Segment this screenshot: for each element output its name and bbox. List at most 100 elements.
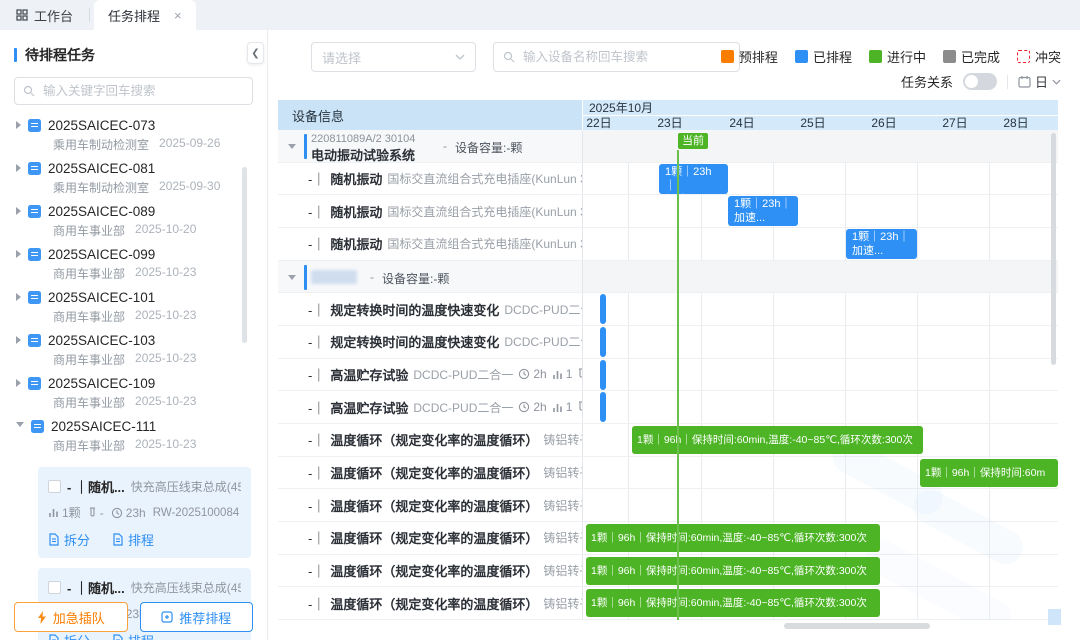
device-search-box[interactable] (493, 42, 740, 72)
device-group-label[interactable]: 220811089A/2 30104电动振动试验系统-设备容量:-颗 (278, 130, 583, 162)
task-row[interactable]: -｜随机振动国标交直流组合式充电插座(KunLun 30) 1颗｜23h｜加速..… (278, 163, 1058, 196)
task-row[interactable]: -｜温度循环（规定变化率的温度循环）铸铝转子异 1颗｜96h｜保持时间:60min… (278, 424, 1058, 457)
task-label-cell[interactable]: -｜温度循环（规定变化率的温度循环）铸铝转子异 (278, 522, 583, 554)
sidebar-scrollbar[interactable] (242, 167, 247, 343)
tree-item[interactable]: 2025SAICEC-089商用车事业部2025-10-20 (0, 199, 267, 242)
caret-right-icon[interactable] (16, 336, 21, 344)
task-label-cell[interactable]: -｜高温贮存试验DCDC-PUD二合一2h1- (278, 391, 583, 423)
grid-line (989, 228, 990, 260)
row-chart-cell (583, 261, 1058, 293)
legend-label: 已完成 (961, 47, 1000, 66)
checkbox[interactable] (48, 581, 61, 594)
gantt-horizontal-scrollbar[interactable] (784, 623, 930, 629)
task-bar[interactable]: 1颗｜23h｜加速... (728, 196, 798, 226)
schedule-link[interactable]: 排程 (112, 530, 154, 549)
task-card[interactable]: - ｜随机...快充高压线束总成(45...1颗-23hRW-202510008… (38, 467, 251, 558)
caret-right-icon[interactable] (16, 293, 21, 301)
task-row[interactable]: -｜温度循环（规定变化率的温度循环）铸铝转子异1颗｜96h｜保持时间:60min… (278, 587, 1058, 620)
tree-item[interactable]: 2025SAICEC-099商用车事业部2025-10-23 (0, 242, 267, 285)
task-label: -｜温度循环（规定变化率的温度循环）铸铝转子异 (308, 489, 582, 521)
close-icon[interactable]: × (174, 8, 182, 23)
task-name: 高温贮存试验 (330, 398, 408, 417)
grid-line (989, 587, 990, 619)
caret-down-icon[interactable] (16, 422, 24, 431)
row-chart-cell: 1颗｜96h｜保持时间:60min,温度:-40~85℃,循环次数:300次 (583, 587, 1058, 619)
task-bar[interactable]: 1颗｜96h｜保持时间:60min,温度:-40~85℃,循环次数:300次 (586, 524, 880, 552)
task-bar-short[interactable] (600, 327, 606, 357)
caret-down-icon[interactable] (288, 144, 296, 153)
task-bar[interactable]: 1颗｜96h｜保持时间:60min,温度:-40~85℃,循环次数:300次 (586, 557, 880, 585)
grid-line (845, 195, 846, 227)
caret-right-icon[interactable] (16, 207, 21, 215)
dash-separator: - (443, 139, 447, 153)
task-bar[interactable]: 1颗｜23h｜加速... (659, 164, 728, 194)
task-label-cell[interactable]: -｜温度循环（规定变化率的温度循环）铸铝转子异 (278, 587, 583, 619)
caret-right-icon[interactable] (16, 379, 21, 387)
tree-item[interactable]: 2025SAICEC-103商用车事业部2025-10-23 (0, 328, 267, 371)
card-meta-value: - (100, 506, 104, 520)
task-label-cell[interactable]: -｜随机振动国标交直流组合式充电插座(KunLun 30) (278, 228, 583, 260)
tree-item[interactable]: 2025SAICEC-109商用车事业部2025-10-23 (0, 371, 267, 414)
task-row[interactable]: -｜随机振动国标交直流组合式充电插座(KunLun 30) 1颗｜23h｜加速..… (278, 228, 1058, 261)
task-row[interactable]: -｜高温贮存试验DCDC-PUD二合一2h1- (278, 359, 1058, 392)
caret-right-icon[interactable] (16, 250, 21, 258)
tree-item-dept: 商用车事业部 (53, 308, 125, 324)
split-link[interactable]: 拆分 (48, 530, 90, 549)
task-label-cell[interactable]: -｜随机振动国标交直流组合式充电插座(KunLun 30) (278, 195, 583, 227)
tree-item[interactable]: 2025SAICEC-081乘用车制动检测室2025-09-30 (0, 156, 267, 199)
legend-label: 预排程 (739, 47, 778, 66)
task-label-cell[interactable]: -｜温度循环（规定变化率的温度循环）铸铝转子异 (278, 555, 583, 587)
task-row[interactable]: -｜温度循环（规定变化率的温度循环）铸铝转子异 1颗｜96h｜保持时间:60m (278, 457, 1058, 490)
caret-down-icon[interactable] (288, 275, 296, 284)
task-label-cell[interactable]: -｜随机振动国标交直流组合式充电插座(KunLun 30) (278, 163, 583, 195)
task-bar[interactable]: 1颗｜96h｜保持时间:60min,温度:-40~85℃,循环次数:300次 (632, 426, 923, 454)
task-name: 温度循环（规定变化率的温度循环） (330, 594, 538, 613)
task-row[interactable]: -｜规定转换时间的温度快速变化DCDC-PUD二合一 (278, 293, 1058, 326)
urgent-queue-button[interactable]: 加急插队 (14, 602, 128, 632)
device-search-input[interactable] (521, 49, 730, 65)
task-label: -｜温度循环（规定变化率的温度循环）铸铝转子异 (308, 457, 582, 489)
task-bar[interactable]: 1颗｜96h｜保持时间:60m (920, 459, 1058, 487)
device-group-row[interactable]: -设备容量:-颗 (278, 261, 1058, 294)
task-bar-short[interactable] (600, 392, 606, 422)
task-bar[interactable]: 1颗｜96h｜保持时间:60min,温度:-40~85℃,循环次数:300次 (586, 589, 880, 617)
task-label-cell[interactable]: -｜规定转换时间的温度快速变化DCDC-PUD二合一 (278, 293, 583, 325)
gantt-vertical-scrollbar[interactable] (1051, 133, 1056, 365)
task-label-cell[interactable]: -｜高温贮存试验DCDC-PUD二合一2h1- (278, 359, 583, 391)
recommend-schedule-button[interactable]: 推荐排程 (140, 602, 254, 632)
keyword-search-box[interactable] (14, 77, 253, 105)
tree-item[interactable]: 2025SAICEC-101商用车事业部2025-10-23 (0, 285, 267, 328)
view-granularity-select[interactable]: 日 (1018, 72, 1061, 91)
caret-right-icon[interactable] (16, 121, 21, 129)
caret-right-icon[interactable] (16, 164, 21, 172)
split-link[interactable]: 拆分 (48, 631, 90, 640)
tree-item[interactable]: 2025SAICEC-073乘用车制动检测室2025-09-26 (0, 113, 267, 156)
task-row[interactable]: -｜温度循环（规定变化率的温度循环）铸铝转子异1颗｜96h｜保持时间:60min… (278, 555, 1058, 588)
tree-item[interactable]: 2025SAICEC-111商用车事业部2025-10-23 (0, 414, 267, 457)
tab-task-scheduling[interactable]: 任务排程 × (94, 0, 196, 30)
keyword-search-input[interactable] (41, 83, 244, 99)
task-bar-short[interactable] (600, 294, 606, 324)
device-filter-select[interactable]: 请选择 (311, 42, 476, 72)
task-row[interactable]: -｜规定转换时间的温度快速变化DCDC-PUD二合一 (278, 326, 1058, 359)
task-row[interactable]: -｜高温贮存试验DCDC-PUD二合一2h1- (278, 391, 1058, 424)
device-group-label[interactable]: -设备容量:-颗 (278, 261, 583, 293)
device-group-row[interactable]: 220811089A/2 30104电动振动试验系统-设备容量:-颗 (278, 130, 1058, 163)
task-label-cell[interactable]: -｜温度循环（规定变化率的温度循环）铸铝转子异 (278, 489, 583, 521)
task-relation-toggle[interactable] (963, 73, 997, 90)
task-label-cell[interactable]: -｜温度循环（规定变化率的温度循环）铸铝转子异 (278, 424, 583, 456)
schedule-link[interactable]: 排程 (112, 631, 154, 640)
tab-workbench[interactable]: 工作台 (0, 0, 89, 30)
task-bar-short[interactable] (600, 360, 606, 390)
tree-item-dept: 商用车事业部 (53, 265, 125, 281)
task-bar[interactable]: 1颗｜23h｜加速... (846, 229, 917, 259)
collapse-panel-button[interactable]: ❮ (247, 42, 264, 64)
checkbox[interactable] (48, 480, 61, 493)
task-row[interactable]: -｜随机振动国标交直流组合式充电插座(KunLun 30) 1颗｜23h｜加速..… (278, 195, 1058, 228)
tree-item-dept: 商用车事业部 (53, 437, 125, 453)
task-row[interactable]: -｜温度循环（规定变化率的温度循环）铸铝转子异 (278, 489, 1058, 522)
task-label-cell[interactable]: -｜规定转换时间的温度快速变化DCDC-PUD二合一 (278, 326, 583, 358)
row-chart-cell: 1颗｜96h｜保持时间:60min,温度:-40~85℃,循环次数:300次 (583, 522, 1058, 554)
task-row[interactable]: -｜温度循环（规定变化率的温度循环）铸铝转子异1颗｜96h｜保持时间:60min… (278, 522, 1058, 555)
task-label-cell[interactable]: -｜温度循环（规定变化率的温度循环）铸铝转子异 (278, 457, 583, 489)
